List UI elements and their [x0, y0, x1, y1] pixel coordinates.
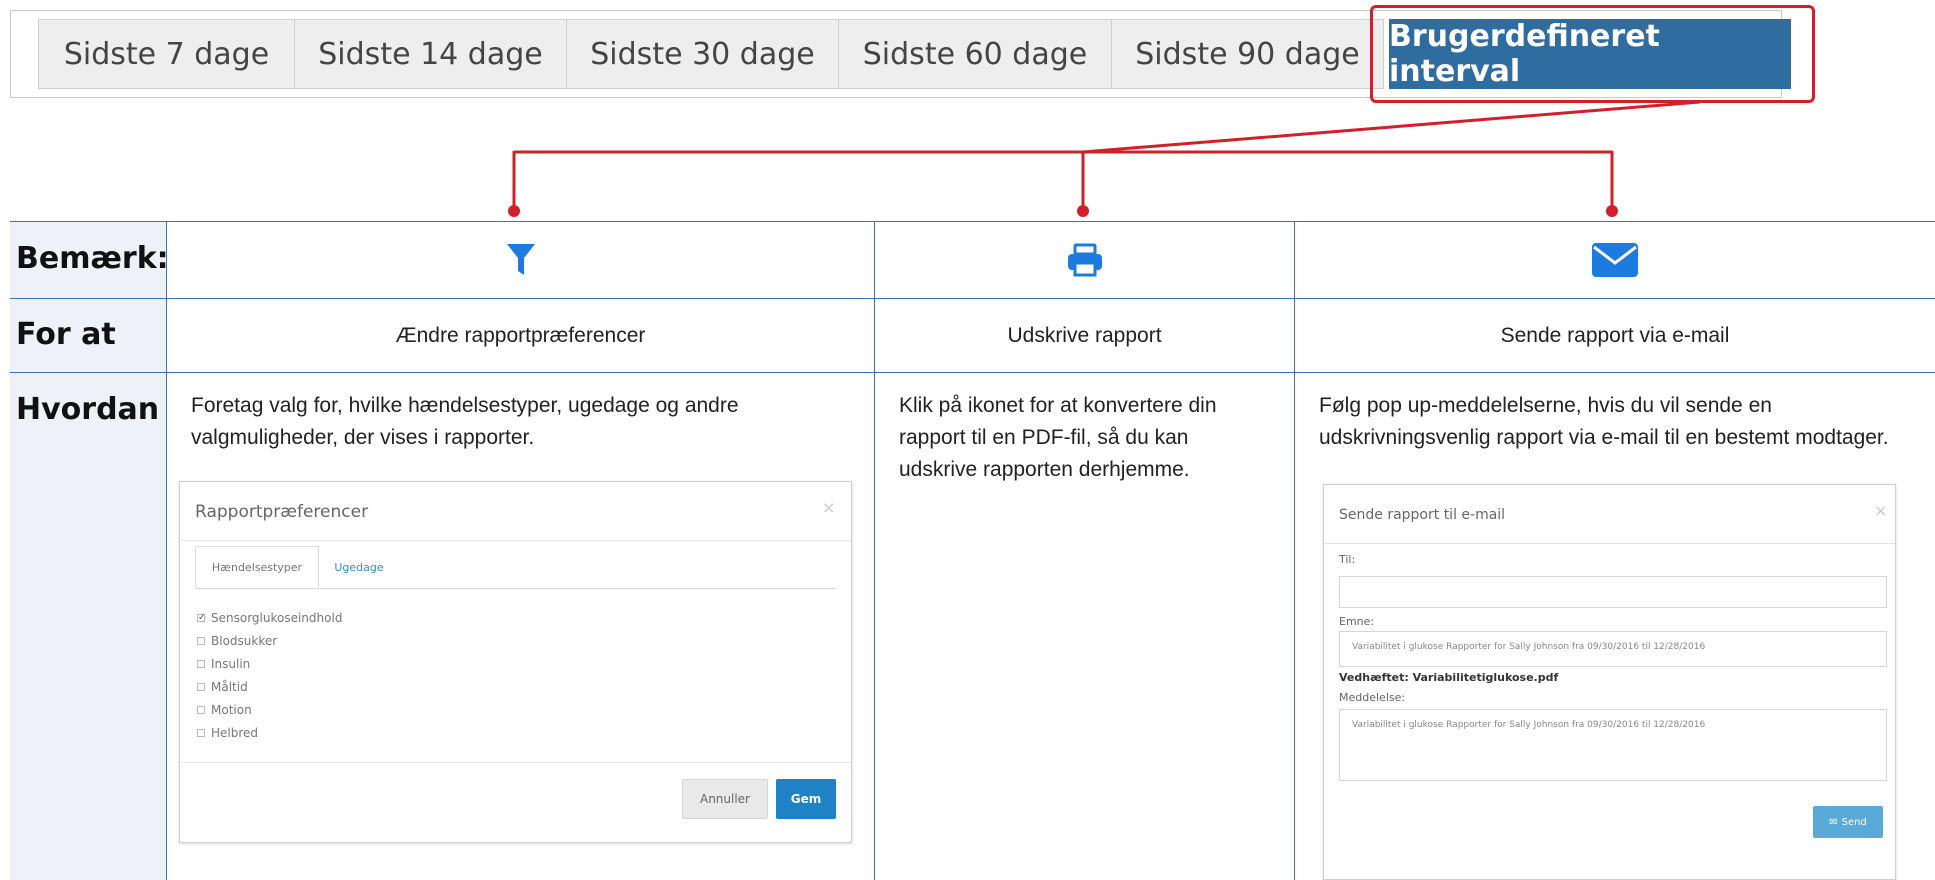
print-icon-cell: [875, 222, 1294, 298]
send-button-label: Send: [1841, 816, 1867, 828]
dialog-divider: [180, 540, 851, 541]
envelope-icon[interactable]: [1591, 242, 1639, 278]
how-print: Klik på ikonet for at konvertere din rap…: [899, 394, 1217, 481]
how-email: Følg pop up-meddelelserne, hvis du vil s…: [1319, 394, 1889, 449]
subject-label: Emne:: [1339, 615, 1375, 628]
preferences-dialog: Rapportpræferencer × Hændelsestyper Uged…: [179, 481, 852, 843]
save-button[interactable]: Gem: [776, 779, 836, 819]
row-label-how: Hvordan: [16, 392, 160, 427]
tab-last-90-days[interactable]: Sidste 90 dage: [1111, 19, 1384, 89]
row-label-purpose: For at: [16, 317, 116, 352]
subject-input[interactable]: Variabilitet i glukose Rapporter for Sal…: [1339, 631, 1887, 667]
close-icon[interactable]: ×: [822, 498, 835, 517]
checkbox-label: Sensorglukoseindhold: [211, 611, 343, 625]
checkbox-checked[interactable]: ✓: [197, 614, 206, 623]
email-dialog-title: Sende rapport til e-mail: [1339, 507, 1506, 523]
purpose-print: Udskrive rapport: [1007, 323, 1162, 347]
dialog-divider: [1324, 543, 1895, 544]
checkbox-label: Måltid: [211, 680, 248, 694]
send-button[interactable]: ✉ Send: [1813, 806, 1883, 838]
date-range-tabbar: Sidste 7 dage Sidste 14 dage Sidste 30 d…: [10, 10, 1791, 98]
attachment-label: Vedhæftet: Variabilitetiglukose.pdf: [1339, 671, 1559, 684]
checkbox-row[interactable]: Helbred: [197, 726, 258, 740]
checkbox[interactable]: [197, 660, 205, 668]
to-input[interactable]: [1339, 576, 1887, 608]
tab-event-types[interactable]: Hændelsestyper: [195, 546, 319, 588]
checkbox-row[interactable]: Blodsukker: [197, 634, 277, 648]
row-label-note: Bemærk:: [16, 241, 169, 276]
checkbox-label: Helbred: [211, 726, 259, 740]
message-textarea[interactable]: Variabilitet i glukose Rapporter for Sal…: [1339, 709, 1887, 781]
checkbox[interactable]: [197, 683, 205, 691]
checkbox[interactable]: [197, 706, 205, 714]
checkbox-row[interactable]: ✓ Sensorglukoseindhold: [197, 611, 342, 625]
connector-dot-filter: [508, 205, 520, 217]
tab-last-7-days[interactable]: Sidste 7 dage: [38, 19, 294, 89]
checkbox-row[interactable]: Insulin: [197, 657, 250, 671]
dialog-footer-divider: [180, 762, 851, 763]
tab-weekdays[interactable]: Ugedage: [319, 546, 399, 588]
purpose-preferences: Ændre rapportpræferencer: [395, 323, 646, 347]
email-dialog: Sende rapport til e-mail × Til: Emne: Va…: [1323, 484, 1896, 880]
filter-icon[interactable]: [506, 242, 536, 278]
to-label: Til:: [1339, 553, 1356, 566]
cancel-button[interactable]: Annuller: [682, 779, 768, 819]
how-preferences: Foretag valg for, hvilke hændelsestyper,…: [191, 394, 739, 449]
feature-table: Bemærk: For at Hvordan Ændre rapportpræf…: [10, 221, 1935, 880]
grid-line-2: [10, 372, 1935, 373]
purpose-email: Sende rapport via e-mail: [1500, 323, 1730, 347]
checkbox-row[interactable]: Motion: [197, 703, 252, 717]
tab-last-30-days[interactable]: Sidste 30 dage: [566, 19, 838, 89]
checkbox-label: Blodsukker: [211, 634, 278, 648]
checkbox-row[interactable]: Måltid: [197, 680, 248, 694]
email-icon-cell: [1295, 222, 1935, 298]
filter-icon-cell: [167, 222, 874, 298]
envelope-icon: ✉: [1829, 816, 1838, 828]
tab-custom-interval[interactable]: Brugerdefineret interval: [1389, 19, 1791, 89]
connector-dot-print: [1077, 205, 1089, 217]
tab-last-60-days[interactable]: Sidste 60 dage: [838, 19, 1111, 89]
connector-dot-email: [1606, 205, 1618, 217]
preferences-dialog-title: Rapportpræferencer: [195, 502, 369, 522]
connector-diagonal: [1082, 100, 1701, 154]
checkbox-label: Insulin: [211, 657, 251, 671]
checkbox-label: Motion: [211, 703, 252, 717]
preferences-tabs: Hændelsestyper Ugedage: [195, 546, 837, 589]
print-icon[interactable]: [1066, 243, 1104, 277]
tab-last-14-days[interactable]: Sidste 14 dage: [294, 19, 566, 89]
close-icon[interactable]: ×: [1874, 501, 1887, 520]
checkbox[interactable]: [197, 637, 205, 645]
checkbox[interactable]: [197, 729, 205, 737]
message-label: Meddelelse:: [1339, 691, 1406, 704]
